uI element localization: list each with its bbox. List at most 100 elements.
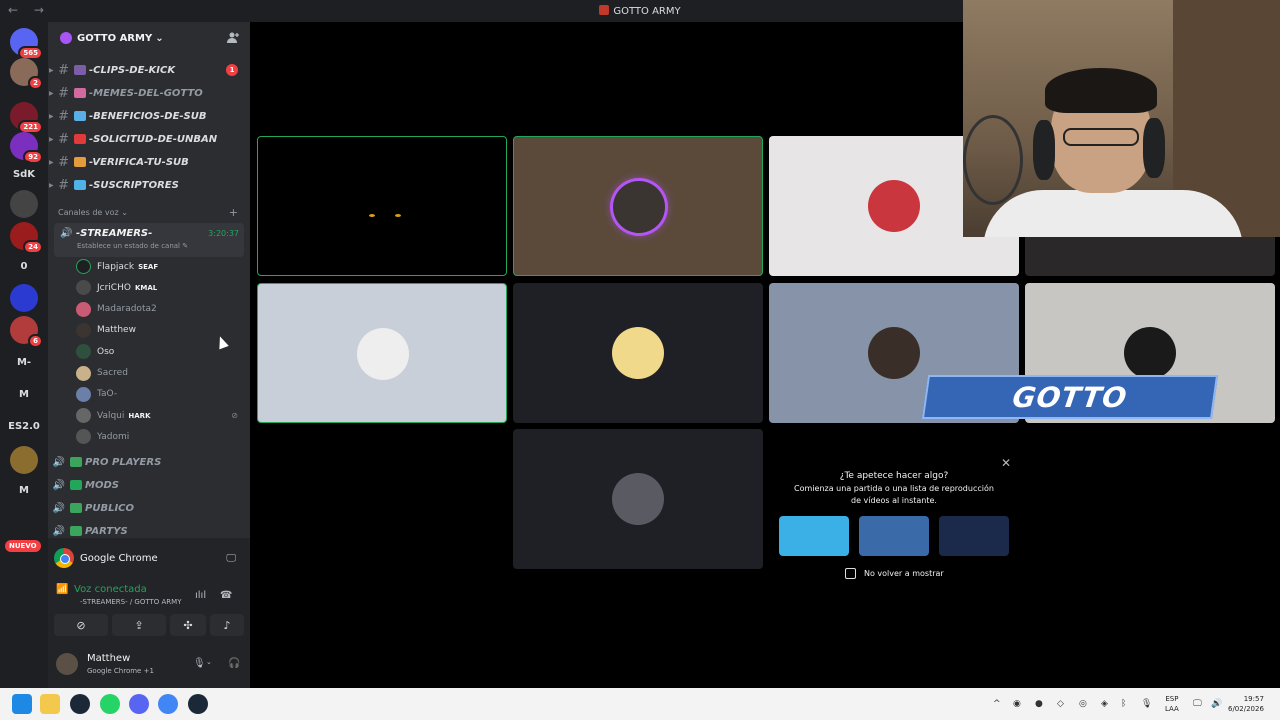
server-icon-3[interactable]: 92 <box>10 132 43 164</box>
user-panel: Google Chrome 🖵 📶 Voz conectada -STREAMER… <box>48 538 279 688</box>
tray-app-icon[interactable]: ◉ <box>1013 699 1021 709</box>
start-icon[interactable] <box>12 694 32 714</box>
channel-name: -MEMES-DEL-GOTTO <box>89 87 203 99</box>
member-name: JcriCHO <box>97 282 131 293</box>
server-name: GOTTO ARMY <box>77 32 153 44</box>
participant-tile[interactable] <box>257 136 507 276</box>
camera-off-button[interactable]: ⊘ <box>54 614 108 636</box>
text-channel[interactable]: ▶ # -VERIFICA-TU-SUB <box>48 151 250 173</box>
add-channel-icon[interactable]: + <box>229 206 238 219</box>
avatar <box>76 280 91 296</box>
discord-icon[interactable] <box>129 694 149 714</box>
server-icon-6[interactable]: 24 <box>10 222 43 254</box>
chevron-down-icon[interactable]: ⌄ <box>206 658 212 666</box>
voice-channel[interactable]: 🔊 MODS <box>48 474 250 496</box>
server-icon-0[interactable]: 565 <box>10 28 43 60</box>
tray-app-icon[interactable]: ◈ <box>1101 699 1108 709</box>
show-hidden-icons[interactable]: ^ <box>993 699 1001 709</box>
channel-status[interactable]: Establece un estado de canal ✎ <box>77 242 188 250</box>
server-icon-1[interactable]: 2 <box>10 58 43 90</box>
server-icon-8[interactable] <box>10 284 38 312</box>
activity-thumbnail[interactable] <box>939 516 1009 556</box>
activities-button[interactable]: ✣ <box>170 614 206 636</box>
text-channel[interactable]: ▶ # -CLIPS-DE-KICK 1 <box>48 59 250 81</box>
server-icon-label: M <box>19 388 29 400</box>
voice-member[interactable]: TaO- <box>76 384 246 405</box>
member-name: Sacred <box>97 368 128 378</box>
language-indicator[interactable]: ESP LAA <box>1165 694 1179 714</box>
server-icon-2[interactable]: 221 <box>10 102 43 134</box>
voice-timer: 3:20:37 <box>208 229 239 238</box>
microphone-tray-icon[interactable]: 🎙 <box>1141 699 1152 709</box>
invite-people-icon[interactable] <box>226 31 240 45</box>
webcam-shirt <box>983 190 1243 237</box>
clock[interactable]: 19:57 6/02/2026 <box>1228 694 1264 714</box>
voice-member[interactable]: Madaradota2 <box>76 299 246 320</box>
avatar <box>76 365 91 381</box>
share-screen-button[interactable]: ⇪ <box>112 614 166 636</box>
screen-share-icon[interactable]: 🖵 <box>226 553 236 564</box>
voice-channel[interactable]: 🔊 PRO PLAYERS <box>48 451 250 473</box>
whatsapp-icon[interactable] <box>100 694 120 714</box>
volume-icon[interactable]: 🔊 <box>1211 699 1222 709</box>
text-channel[interactable]: ▶ # -MEMES-DEL-GOTTO <box>48 82 250 104</box>
activity-thumbnail[interactable] <box>859 516 929 556</box>
participant-tile[interactable] <box>257 283 507 423</box>
server-icon-10[interactable]: M- <box>10 348 38 376</box>
voice-channel[interactable]: 🔊 PUBLICO <box>48 497 250 519</box>
server-icon-13[interactable] <box>10 446 38 474</box>
disconnect-icon[interactable]: ☎ <box>220 590 232 601</box>
window-title-text: GOTTO ARMY <box>613 6 681 17</box>
activity-thumbnail[interactable] <box>779 516 849 556</box>
region-code: LAA <box>1165 705 1179 713</box>
participant-tile[interactable] <box>513 136 763 276</box>
voice-location[interactable]: -STREAMERS- / GOTTO ARMY <box>80 598 182 606</box>
voice-member[interactable]: JcriCHO KMAL <box>76 277 246 298</box>
voice-member[interactable]: Sacred <box>76 363 246 384</box>
bluetooth-icon[interactable]: ᛒ <box>1121 699 1126 709</box>
participant-tile[interactable] <box>513 429 763 569</box>
voice-category-label[interactable]: Canales de voz ⌄ <box>58 208 128 217</box>
avatar <box>357 328 409 380</box>
server-icon-5[interactable] <box>10 190 38 218</box>
dont-show-label[interactable]: No volver a mostrar <box>864 569 944 578</box>
headphones-icon[interactable]: 🎧 <box>228 658 240 669</box>
voice-member[interactable]: Valqui HARK ⊘ <box>76 405 246 426</box>
soundboard-button[interactable]: ♪ <box>210 614 244 636</box>
channel-emoji-icon <box>74 157 86 167</box>
text-channel[interactable]: ▶ # -BENEFICIOS-DE-SUB <box>48 105 250 127</box>
stream-preview[interactable]: Google Chrome 🖵 <box>54 547 244 569</box>
server-icon-12[interactable]: ES2.0 <box>8 412 40 440</box>
current-user[interactable]: Matthew Google Chrome +1 🎙 ⌄ 🎧 <box>56 650 279 682</box>
files-icon[interactable] <box>40 694 60 714</box>
channel-emoji-icon <box>74 65 86 75</box>
server-icon-14[interactable]: M <box>10 476 38 504</box>
activity-promo: ✕ ¿Te apetece hacer algo? Comienza una p… <box>769 450 1019 590</box>
text-channel[interactable]: ▶ # -SUSCRIPTORES <box>48 174 250 196</box>
text-channel[interactable]: ▶ # -SOLICITUD-DE-UNBAN <box>48 128 250 150</box>
chrome-icon[interactable] <box>158 694 178 714</box>
network-icon[interactable]: 🖵 <box>1193 699 1202 709</box>
voice-connected[interactable]: 📶 Voz conectada <box>56 584 147 595</box>
server-icon-4[interactable]: SdK <box>10 160 38 188</box>
server-icon-11[interactable]: M <box>10 380 38 408</box>
noise-suppression-icon[interactable]: ılıl <box>195 590 206 601</box>
participant-tile[interactable] <box>513 283 763 423</box>
dont-show-checkbox[interactable] <box>845 568 856 579</box>
cat-eyes-image <box>369 202 421 221</box>
server-icon-7[interactable]: 0 <box>10 252 38 280</box>
tray-app-icon[interactable]: ◇ <box>1057 699 1064 709</box>
avatar <box>76 429 91 445</box>
voice-channel-streamers[interactable]: 🔊 -STREAMERS- 3:20:37 Establece un estad… <box>54 223 244 257</box>
close-icon[interactable]: ✕ <box>1001 456 1011 470</box>
steam-icon[interactable] <box>70 694 90 714</box>
steam2-icon[interactable] <box>188 694 208 714</box>
server-icon-9[interactable]: 6 <box>10 316 43 348</box>
server-header[interactable]: GOTTO ARMY ⌄ <box>48 22 250 54</box>
steam-tray-icon[interactable]: ◎ <box>1079 699 1087 709</box>
tray-app-icon[interactable]: ● <box>1035 699 1043 709</box>
speaker-icon: 🔊 <box>52 456 65 468</box>
voice-member[interactable]: Flapjack SEAF <box>76 256 246 277</box>
microphone-icon[interactable]: 🎙 <box>193 658 206 669</box>
voice-member[interactable]: Yadomi <box>76 426 246 447</box>
